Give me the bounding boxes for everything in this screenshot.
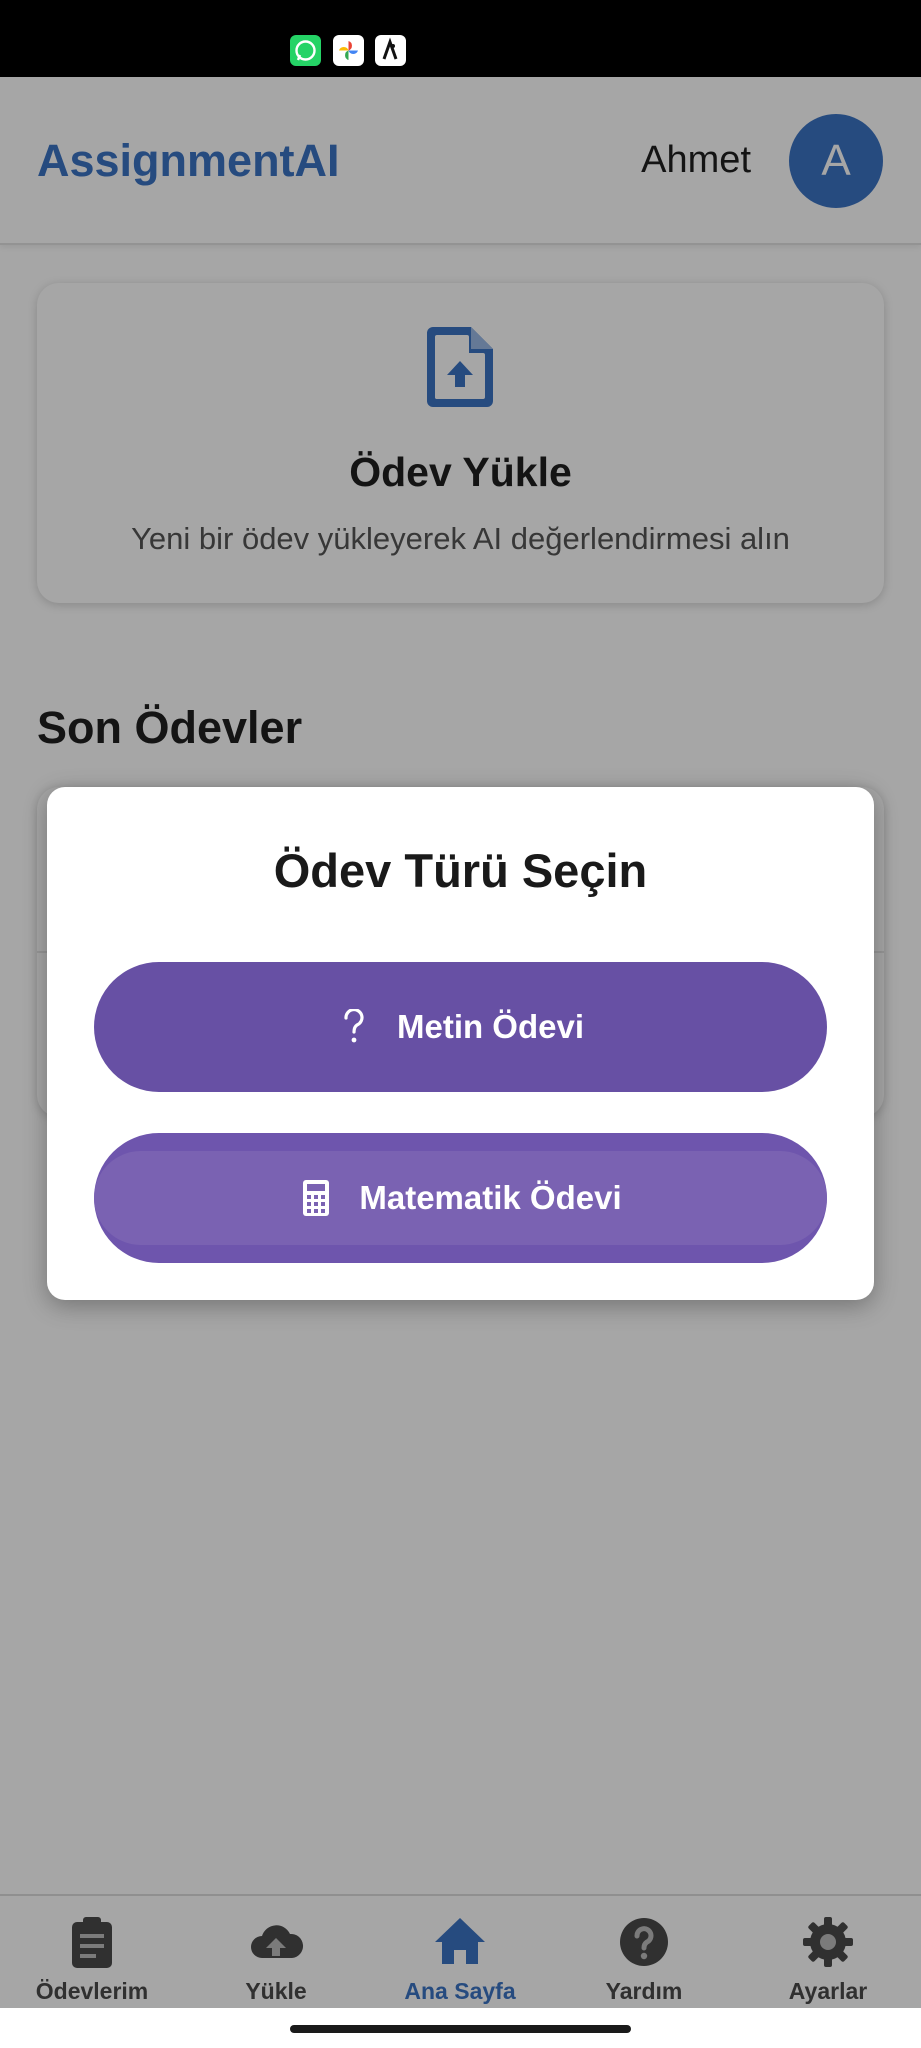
math-assignment-button[interactable]: Matematik Ödevi bbox=[94, 1133, 827, 1263]
app-notification-icon bbox=[375, 35, 406, 66]
gesture-area bbox=[0, 2008, 921, 2048]
calculator-icon bbox=[299, 1179, 333, 1217]
google-photos-icon bbox=[333, 35, 364, 66]
dialog-title: Ödev Türü Seçin bbox=[273, 844, 648, 897]
assignment-type-dialog: Ödev Türü Seçin Metin Ödevi Matematik Öd… bbox=[47, 787, 874, 1300]
text-assignment-button[interactable]: Metin Ödevi bbox=[94, 962, 827, 1092]
status-bar bbox=[0, 0, 921, 77]
text-assignment-label: Metin Ödevi bbox=[396, 1008, 585, 1045]
math-assignment-label: Matematik Ödevi bbox=[359, 1179, 622, 1216]
question-icon bbox=[337, 1008, 371, 1046]
whatsapp-icon bbox=[290, 35, 321, 66]
home-gesture-bar[interactable] bbox=[290, 2025, 631, 2033]
app-screen: AssignmentAI Ahmet A Ödev Yükle Yeni bir… bbox=[0, 77, 921, 2048]
